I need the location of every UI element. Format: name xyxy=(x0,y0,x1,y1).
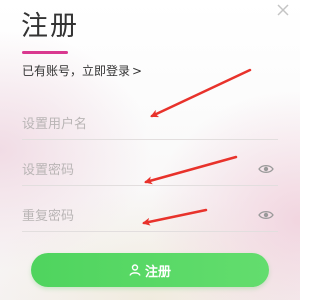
eye-icon[interactable] xyxy=(258,209,274,221)
login-link[interactable]: 已有账号，立即登录 > xyxy=(22,62,142,79)
register-button[interactable]: 注册 xyxy=(31,253,269,287)
eye-icon[interactable] xyxy=(258,163,274,175)
confirm-password-field-row xyxy=(22,201,278,232)
username-input[interactable] xyxy=(22,113,242,135)
close-icon[interactable] xyxy=(274,1,292,19)
register-button-label: 注册 xyxy=(144,264,171,280)
password-input[interactable] xyxy=(22,159,242,181)
login-link-label: 已有账号，立即登录 xyxy=(22,64,131,78)
user-icon xyxy=(129,264,141,276)
title-underline xyxy=(22,51,68,54)
confirm-password-input[interactable] xyxy=(22,205,242,227)
chevron-right-icon: > xyxy=(132,64,143,78)
register-dialog: 注册 已有账号，立即登录 > 设置用户名 注册 xyxy=(0,0,300,300)
username-field-row xyxy=(22,109,278,140)
page-title: 注册 xyxy=(21,11,79,42)
password-field-row xyxy=(22,155,278,186)
